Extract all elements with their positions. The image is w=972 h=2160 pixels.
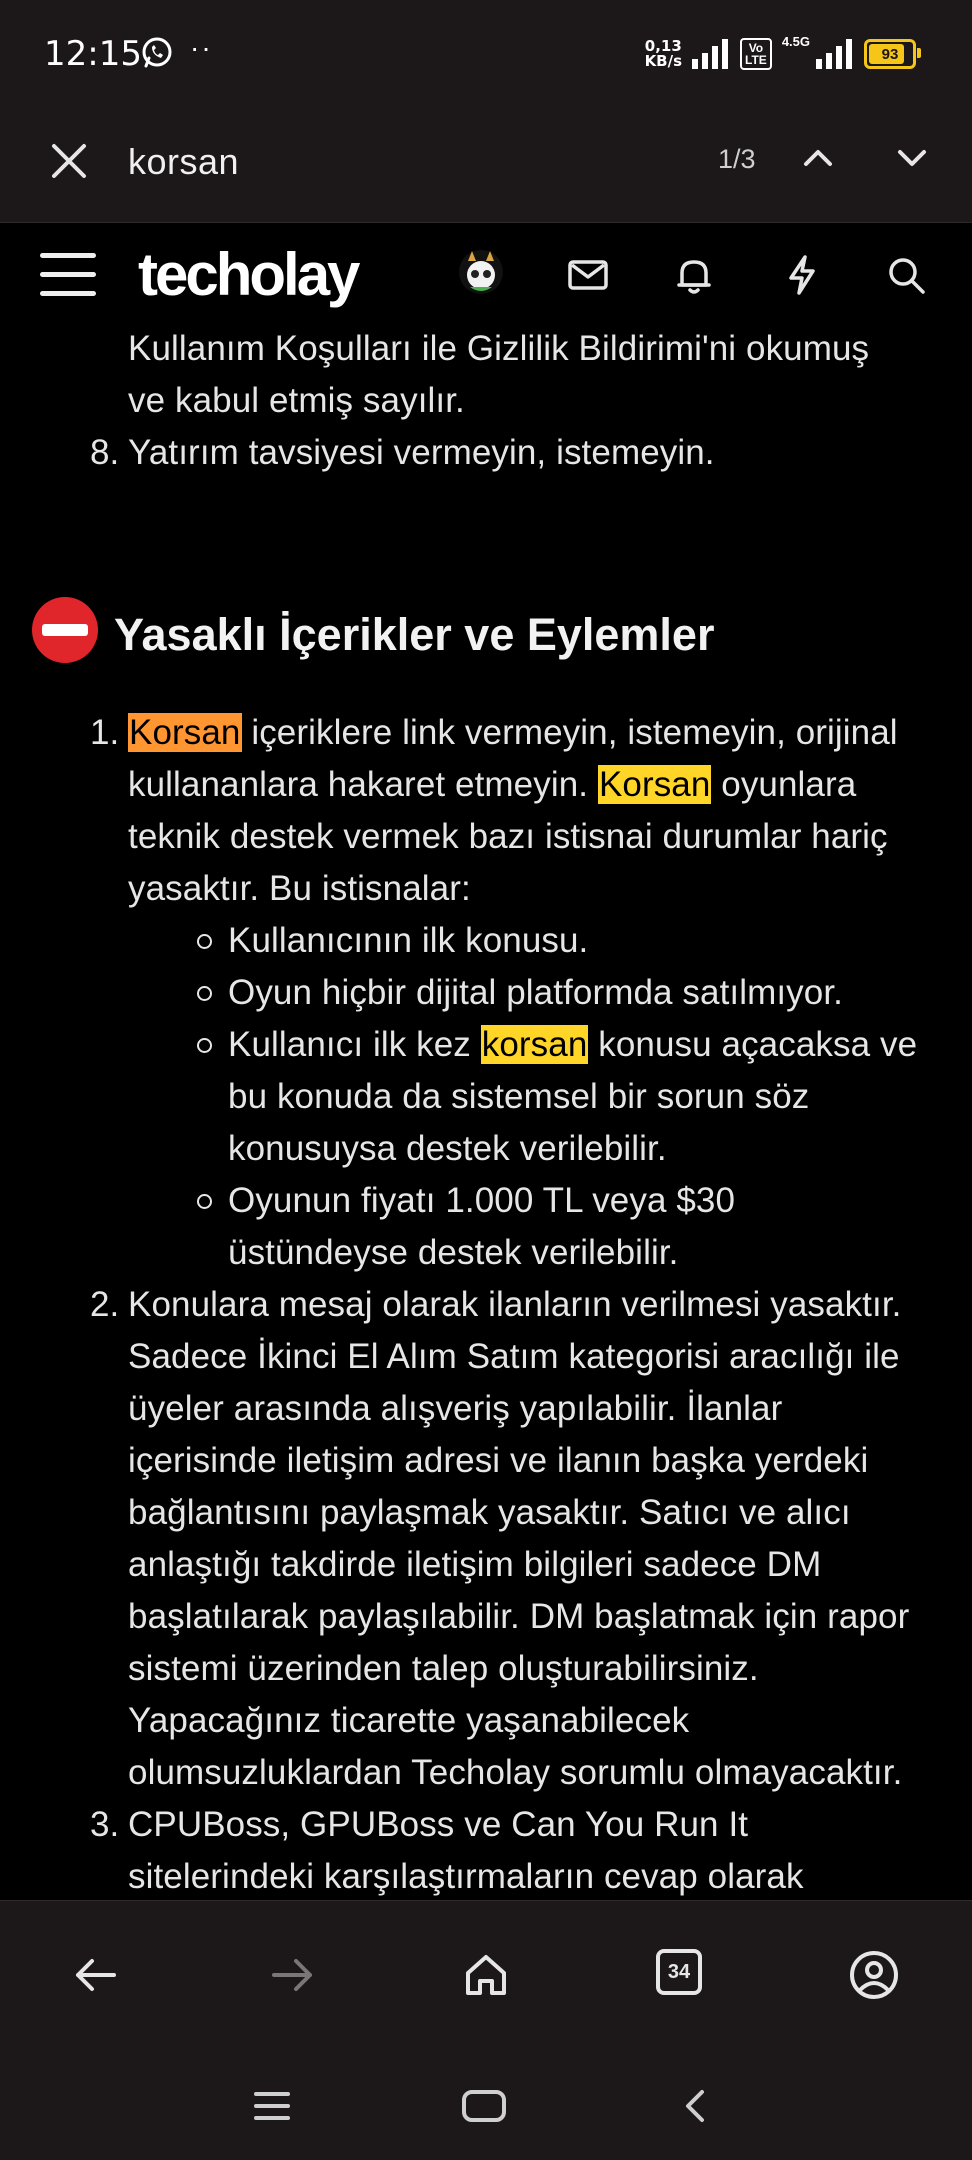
close-icon[interactable] xyxy=(42,134,96,188)
site-header: techolay xyxy=(0,223,972,325)
account-icon[interactable] xyxy=(846,1947,902,2003)
signal-icon xyxy=(692,39,729,69)
list-number-1: 1. xyxy=(90,713,120,752)
signal-icon-2 xyxy=(816,39,852,69)
sub-item-1: Kullanıcının ilk konusu. xyxy=(228,921,589,960)
item2-line: Yapacağınız ticarette yaşanabilecek xyxy=(128,1701,690,1740)
sub-item-3-line-3: konusuysa destek verilebilir. xyxy=(228,1129,667,1168)
net-speed: 0,13 KB/s xyxy=(644,37,683,70)
find-input[interactable]: korsan xyxy=(128,130,668,194)
item2-line: başlatılarak paylaşılabilir. DM başlatma… xyxy=(128,1597,910,1636)
whatsapp-icon xyxy=(142,37,172,68)
tabs-button[interactable]: 34 xyxy=(656,1949,702,1995)
item1-line-4: yasaktır. Bu istisnalar: xyxy=(128,869,471,908)
status-bar: 12:15 ·· 0,13 KB/s Vo LTE 4.5G 93 xyxy=(0,0,972,110)
bell-icon[interactable] xyxy=(672,253,716,297)
item2-line: bağlantısını paylaşmak yasaktır. Satıcı … xyxy=(128,1493,851,1532)
status-time: 12:15 xyxy=(44,34,142,74)
item3-line: sitelerindeki karşılaştırmaların cevap o… xyxy=(128,1857,804,1896)
no-entry-icon xyxy=(32,597,98,663)
lightning-icon[interactable] xyxy=(780,253,824,297)
item2-line: anlaştığı takdirde iletişim bilgileri sa… xyxy=(128,1545,822,1584)
volte-badge: Vo LTE xyxy=(740,38,772,70)
sub-item-4-line-2: üstündeyse destek verilebilir. xyxy=(228,1233,679,1272)
back-button-icon[interactable] xyxy=(672,2084,720,2128)
item1-line-3: teknik destek vermek bazı istisnai durum… xyxy=(128,817,888,856)
home-icon[interactable] xyxy=(458,1947,514,2003)
bullet xyxy=(197,1038,212,1053)
search-match: Korsan xyxy=(597,765,712,804)
battery-level: 93 xyxy=(881,45,899,63)
network-type: 4.5G xyxy=(781,34,810,49)
search-icon[interactable] xyxy=(884,253,928,297)
chevron-up-icon[interactable] xyxy=(790,130,846,186)
status-more-dots: ·· xyxy=(190,32,213,63)
menu-icon[interactable] xyxy=(40,253,96,297)
item1-line-1: Korsan içeriklere link vermeyin, istemey… xyxy=(128,713,898,752)
match-counter: 1/3 xyxy=(718,144,756,174)
intro-line-1: Kullanım Koşulları ile Gizlilik Bildirim… xyxy=(128,329,870,368)
sub-item-3-line-1: Kullanıcı ilk kez korsan konusu açacaksa… xyxy=(228,1025,918,1064)
sub-item-3-line-2: bu konuda da sistemsel bir sorun söz xyxy=(228,1077,810,1116)
bullet xyxy=(197,986,212,1001)
bullet xyxy=(197,934,212,949)
system-nav-bar xyxy=(0,2050,972,2160)
user-avatar[interactable] xyxy=(456,247,506,297)
list-number-2: 2. xyxy=(90,1285,120,1324)
item2-line: sistemi üzerinden talep oluşturabilirsin… xyxy=(128,1649,759,1688)
find-in-page-bar: korsan 1/3 xyxy=(0,110,972,223)
section-heading: Yasaklı İçerikler ve Eylemler xyxy=(114,609,715,660)
bullet xyxy=(197,1194,212,1209)
item2-line: içerisinde iletişim adresi ve ilanın baş… xyxy=(128,1441,869,1480)
page-content: Kullanım Koşulları ile Gizlilik Bildirim… xyxy=(0,325,972,1900)
item2-line: Konulara mesaj olarak ilanların verilmes… xyxy=(128,1285,902,1324)
browser-bottom-nav: 34 xyxy=(0,1900,972,2051)
item3-line: CPUBoss, GPUBoss ve Can You Run It xyxy=(128,1805,749,1844)
intro-line-2: ve kabul etmiş sayılır. xyxy=(128,381,465,420)
item2-line: üyeler arasında alışveriş yapılabilir. İ… xyxy=(128,1389,783,1428)
home-button-icon[interactable] xyxy=(460,2084,508,2128)
site-logo[interactable]: techolay xyxy=(138,245,360,305)
status-right-group: 0,13 KB/s Vo LTE 4.5G 93 xyxy=(644,34,921,74)
item2-line: olumsuzluklardan Techolay sorumlu olmaya… xyxy=(128,1753,903,1792)
back-arrow-icon[interactable] xyxy=(68,1947,124,2003)
list-item-8: Yatırım tavsiyesi vermeyin, istemeyin. xyxy=(128,433,715,472)
mail-icon[interactable] xyxy=(566,253,610,297)
item1-line-2: kullananlara hakaret etmeyin. Korsan oyu… xyxy=(128,765,857,804)
search-match-current: Korsan xyxy=(128,713,242,752)
sub-item-2: Oyun hiçbir dijital platformda satılmıyo… xyxy=(228,973,843,1012)
item2-line: Sadece İkinci El Alım Satım kategorisi a… xyxy=(128,1337,900,1376)
forward-arrow-icon[interactable] xyxy=(264,1947,320,2003)
search-match: korsan xyxy=(480,1025,589,1064)
battery-icon: 93 xyxy=(864,39,921,69)
list-number-8: 8. xyxy=(90,433,120,472)
list-number-3: 3. xyxy=(90,1805,120,1844)
recents-icon[interactable] xyxy=(248,2084,296,2128)
sub-item-4-line-1: Oyunun fiyatı 1.000 TL veya $30 xyxy=(228,1181,736,1220)
chevron-down-icon[interactable] xyxy=(884,130,940,186)
